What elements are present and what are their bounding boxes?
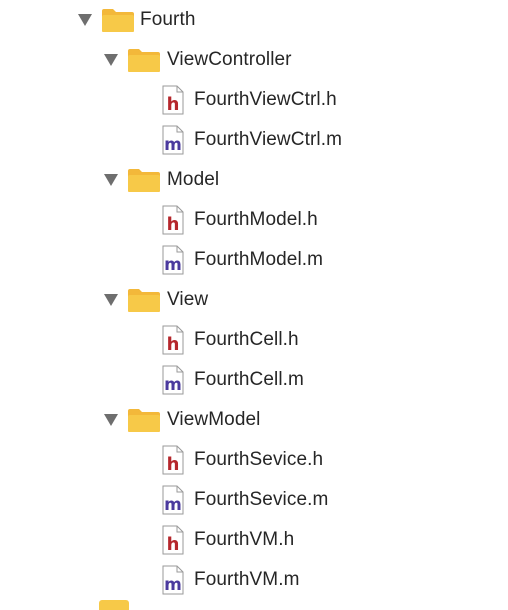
file-type-letter: h — [167, 214, 180, 235]
folder-label: Model — [167, 169, 220, 190]
tree-row-file[interactable]: h FourthViewCtrl.h — [0, 80, 508, 120]
folder-label: Fourth — [140, 9, 196, 30]
file-type-letter: h — [167, 334, 180, 355]
project-navigator: Fourth ViewController h FourthViewCtrl.h… — [0, 0, 508, 610]
folder-icon — [128, 49, 160, 72]
file-label: FourthModel.m — [194, 249, 324, 270]
implementation-file-icon: m — [162, 365, 184, 395]
tree-row-file[interactable]: m FourthCell.m — [0, 360, 508, 400]
tree-row-viewmodel[interactable]: ViewModel — [0, 400, 508, 440]
folder-icon — [128, 289, 160, 312]
tree-row-file[interactable]: m FourthModel.m — [0, 240, 508, 280]
file-label: FourthCell.m — [194, 369, 304, 390]
file-type-letter: m — [164, 575, 182, 595]
file-type-letter: h — [167, 94, 180, 115]
disclosure-triangle-icon[interactable] — [78, 14, 92, 26]
file-label: FourthSevice.m — [194, 489, 329, 510]
file-type-letter: m — [164, 135, 182, 155]
tree-row-viewcontroller[interactable]: ViewController — [0, 40, 508, 80]
tree-row-model[interactable]: Model — [0, 160, 508, 200]
disclosure-triangle-icon[interactable] — [104, 174, 118, 186]
header-file-icon: h — [162, 525, 184, 555]
tree-row-file[interactable]: m FourthVM.m — [0, 560, 508, 600]
header-file-icon: h — [162, 205, 184, 235]
file-label: FourthVM.h — [194, 529, 295, 550]
disclosure-triangle-icon[interactable] — [104, 294, 118, 306]
file-label: FourthSevice.h — [194, 449, 324, 470]
folder-label: View — [167, 289, 209, 310]
header-file-icon: h — [162, 85, 184, 115]
folder-icon — [128, 409, 160, 432]
folder-icon — [128, 169, 160, 192]
implementation-file-icon: m — [162, 485, 184, 515]
folder-icon — [99, 600, 129, 610]
file-label: FourthViewCtrl.m — [194, 129, 343, 150]
disclosure-triangle-icon[interactable] — [104, 414, 118, 426]
tree-row-file[interactable]: h FourthSevice.h — [0, 440, 508, 480]
file-label: FourthModel.h — [194, 209, 318, 230]
implementation-file-icon: m — [162, 245, 184, 275]
implementation-file-icon: m — [162, 565, 184, 595]
folder-label: ViewModel — [167, 409, 261, 430]
file-type-letter: m — [164, 255, 182, 275]
header-file-icon: h — [162, 325, 184, 355]
tree-row-view[interactable]: View — [0, 280, 508, 320]
tree-row-file[interactable]: h FourthVM.h — [0, 520, 508, 560]
folder-label: ViewController — [167, 49, 292, 70]
file-type-letter: m — [164, 495, 182, 515]
implementation-file-icon: m — [162, 125, 184, 155]
file-label: FourthViewCtrl.h — [194, 89, 337, 110]
file-type-letter: h — [167, 534, 180, 555]
tree-row-file[interactable]: h FourthCell.h — [0, 320, 508, 360]
tree-row-file[interactable]: m FourthViewCtrl.m — [0, 120, 508, 160]
file-label: FourthCell.h — [194, 329, 299, 350]
tree-row-file[interactable]: m FourthSevice.m — [0, 480, 508, 520]
tree-row-fourth[interactable]: Fourth — [0, 0, 508, 40]
tree-row-file[interactable]: h FourthModel.h — [0, 200, 508, 240]
header-file-icon: h — [162, 445, 184, 475]
file-type-letter: h — [167, 454, 180, 475]
file-label: FourthVM.m — [194, 569, 300, 590]
folder-icon — [102, 9, 134, 32]
file-type-letter: m — [164, 375, 182, 395]
disclosure-triangle-icon[interactable] — [104, 54, 118, 66]
